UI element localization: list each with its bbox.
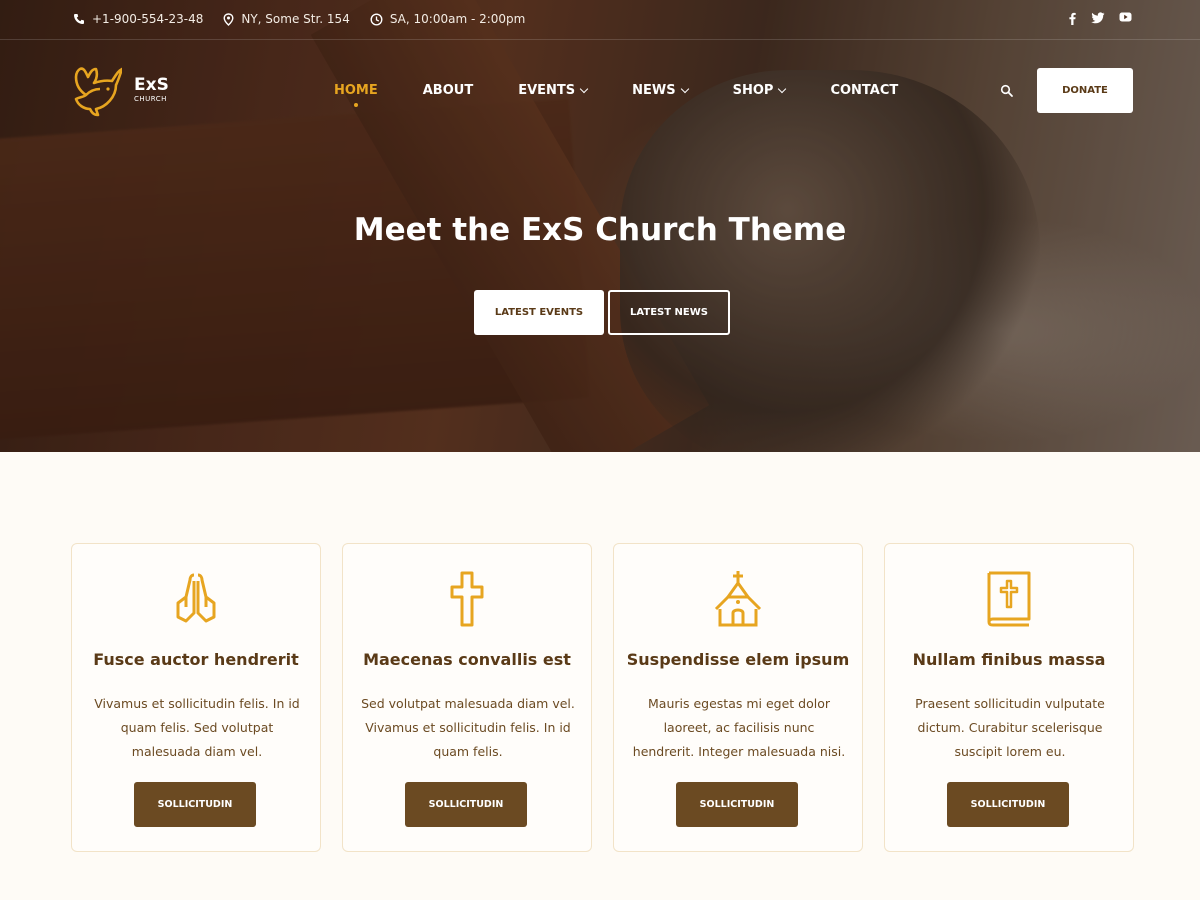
hours-text: SA, 10:00am - 2:00pm [389,12,526,26]
active-indicator [353,103,358,107]
site-logo[interactable]: ExS CHURCH [72,63,169,117]
nav-shop[interactable]: SHOP [733,83,787,98]
church-icon [714,571,762,627]
features-section: Fusce auctor hendrerit Vivamus et sollic… [71,543,1134,852]
feature-card: Suspendisse elem ipsum Mauris egestas mi… [613,543,863,852]
location-pin-icon [223,12,234,26]
feature-button[interactable]: SOLLICITUDIN [134,782,256,827]
feature-text: Sed volutpat malesuada diam vel. Vivamus… [361,696,575,759]
feature-title: Fusce auctor hendrerit [93,650,299,669]
latest-events-button[interactable]: LATEST EVENTS [474,290,604,335]
feature-card: Fusce auctor hendrerit Vivamus et sollic… [71,543,321,852]
social-links [1067,12,1132,25]
chevron-down-icon [680,84,689,94]
twitter-icon[interactable] [1091,12,1105,24]
contact-info: +1-900-554-23-48 NY, Some Str. 154 SA, 1… [73,12,525,26]
phone-icon [74,14,84,24]
nav-home[interactable]: HOME [334,83,378,107]
chevron-down-icon [579,84,589,94]
logo-subtitle: CHURCH [134,95,167,103]
feature-title: Suspendisse elem ipsum [626,650,850,669]
nav-about[interactable]: ABOUT [423,83,473,98]
address-text: NY, Some Str. 154 [241,12,350,26]
nav-news[interactable]: NEWS [632,83,689,98]
logo-title: ExS [134,75,169,95]
search-icon[interactable] [1000,84,1014,98]
donate-button[interactable]: DONATE [1037,68,1133,113]
hero-title: Meet the ExS Church Theme [353,212,847,248]
main-nav: HOME ABOUT EVENTS NEWS SHOP CONTACT [334,83,943,107]
phone-number: +1-900-554-23-48 [92,12,204,26]
hours-info: SA, 10:00am - 2:00pm [370,12,526,26]
youtube-icon[interactable] [1119,12,1132,22]
feature-text: Vivamus et sollicitudin felis. In id qua… [94,696,300,759]
main-header: ExS CHURCH HOME ABOUT EVENTS NEWS SHOP C… [0,40,1200,140]
feature-title: Maecenas convallis est [363,650,571,669]
hero-section: +1-900-554-23-48 NY, Some Str. 154 SA, 1… [0,0,1200,452]
feature-button[interactable]: SOLLICITUDIN [947,782,1069,827]
bible-icon [987,571,1031,627]
address-info: NY, Some Str. 154 [223,12,350,26]
feature-card: Maecenas convallis est Sed volutpat male… [342,543,592,852]
praying-hands-icon [176,573,216,623]
feature-button[interactable]: SOLLICITUDIN [676,782,798,827]
feature-text: Mauris egestas mi eget dolor laoreet, ac… [632,696,846,759]
clock-icon [370,12,383,26]
nav-contact[interactable]: CONTACT [830,83,898,98]
phone-info[interactable]: +1-900-554-23-48 [73,12,203,26]
top-bar: +1-900-554-23-48 NY, Some Str. 154 SA, 1… [0,0,1200,40]
feature-title: Nullam finibus massa [912,650,1106,669]
chevron-down-icon [778,84,787,94]
feature-button[interactable]: SOLLICITUDIN [405,782,527,827]
dove-logo-icon [74,67,122,117]
cross-icon [450,571,484,627]
latest-news-button[interactable]: LATEST NEWS [608,290,730,335]
feature-card: Nullam finibus massa Praesent sollicitud… [884,543,1134,852]
hero-buttons: LATEST EVENTS LATEST NEWS [474,290,730,335]
nav-events[interactable]: EVENTS [518,83,589,98]
facebook-icon[interactable] [1067,12,1077,25]
feature-text: Praesent sollicitudin vulputate dictum. … [915,696,1105,759]
